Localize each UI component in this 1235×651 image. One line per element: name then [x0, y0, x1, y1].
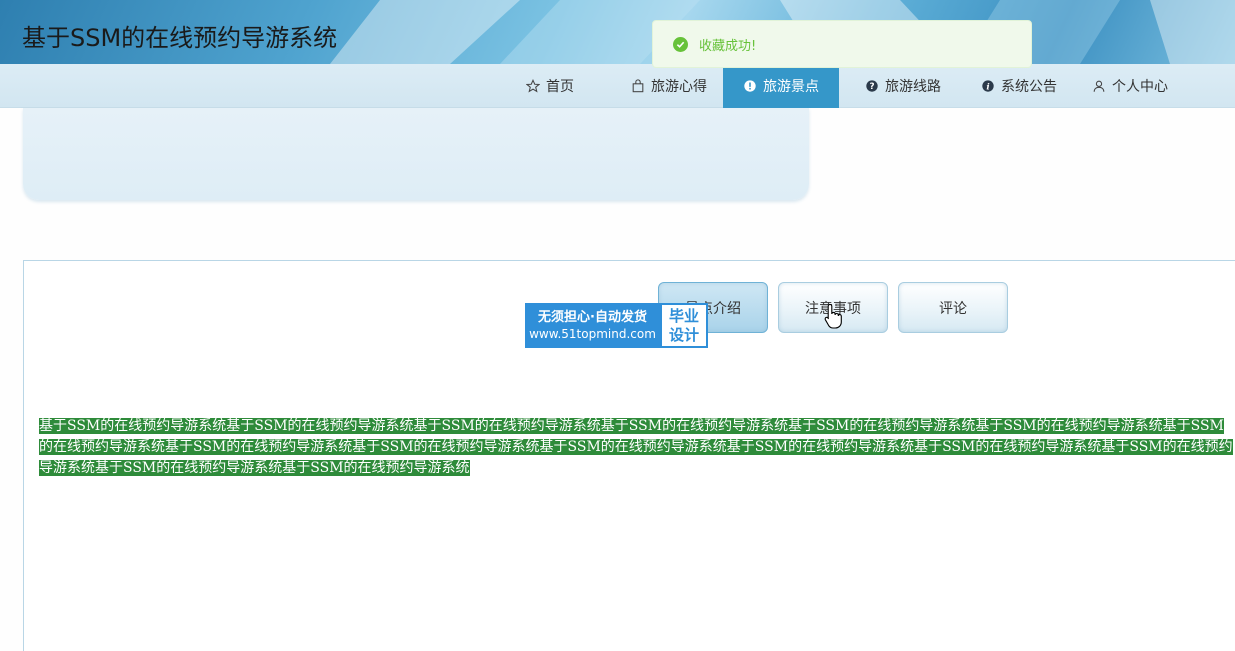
nav-item-travel-notes[interactable]: 旅游心得	[614, 64, 724, 108]
star-icon	[526, 79, 540, 93]
tab-label-comments: 评论	[939, 300, 967, 317]
exclamation-circle-icon	[744, 80, 756, 92]
nav-label-routes: 旅游线路	[885, 79, 941, 95]
watermark-left: 无须担心·自动发货 www.51topmind.com	[525, 303, 660, 348]
intro-text: 基于SSM的在线预约导游系统基于SSM的在线预约导游系统基于SSM的在线预约导游…	[39, 416, 1235, 479]
nav-item-home[interactable]: 首页	[505, 64, 595, 108]
svg-text:i: i	[986, 83, 989, 93]
watermark-line1: 无须担心·自动发货	[538, 310, 647, 325]
nav-item-user-center[interactable]: 个人中心	[1080, 64, 1180, 108]
nav-item-announcements[interactable]: i 系统公告	[964, 64, 1074, 108]
tab-comments[interactable]: 评论	[898, 282, 1008, 333]
hand-cursor-icon	[824, 303, 842, 329]
attraction-image-card	[23, 108, 809, 200]
user-icon	[1093, 80, 1105, 92]
nav-item-attractions[interactable]: 旅游景点	[723, 64, 839, 108]
watermark-side1: 毕业	[668, 306, 699, 325]
nav-label-user-center: 个人中心	[1112, 79, 1168, 95]
question-circle-icon: ?	[866, 80, 878, 92]
nav-label-attractions: 旅游景点	[763, 79, 819, 95]
watermark-line2: www.51topmind.com	[529, 327, 656, 341]
nav-item-routes[interactable]: ? 旅游线路	[848, 64, 958, 108]
bag-icon	[632, 79, 644, 93]
site-title: 基于SSM的在线预约导游系统	[22, 24, 338, 52]
nav-label-travel-notes: 旅游心得	[651, 79, 707, 95]
success-toast: 收藏成功!	[652, 20, 1032, 68]
watermark-side2: 设计	[668, 325, 699, 344]
header-banner: 基于SSM的在线预约导游系统	[0, 0, 1235, 64]
toast-message: 收藏成功!	[699, 38, 757, 54]
nav-label-home: 首页	[546, 79, 574, 95]
check-circle-icon	[673, 36, 688, 52]
info-circle-icon: i	[982, 80, 994, 93]
watermark-right: 毕业 设计	[660, 303, 708, 348]
main-nav: 首页 旅游心得 旅游景点 ? 旅游线路 i 系统公告 个人中心	[0, 64, 1235, 108]
watermark-badge: 无须担心·自动发货 www.51topmind.com 毕业 设计	[525, 303, 708, 348]
svg-text:?: ?	[869, 82, 874, 92]
page: 基于SSM的在线预约导游系统 首页 旅游心得 旅游景点 ? 旅游线路 i 系统公…	[0, 0, 1235, 651]
nav-label-announcements: 系统公告	[1001, 79, 1057, 95]
intro-text-selection: 基于SSM的在线预约导游系统基于SSM的在线预约导游系统基于SSM的在线预约导游…	[39, 418, 1233, 476]
